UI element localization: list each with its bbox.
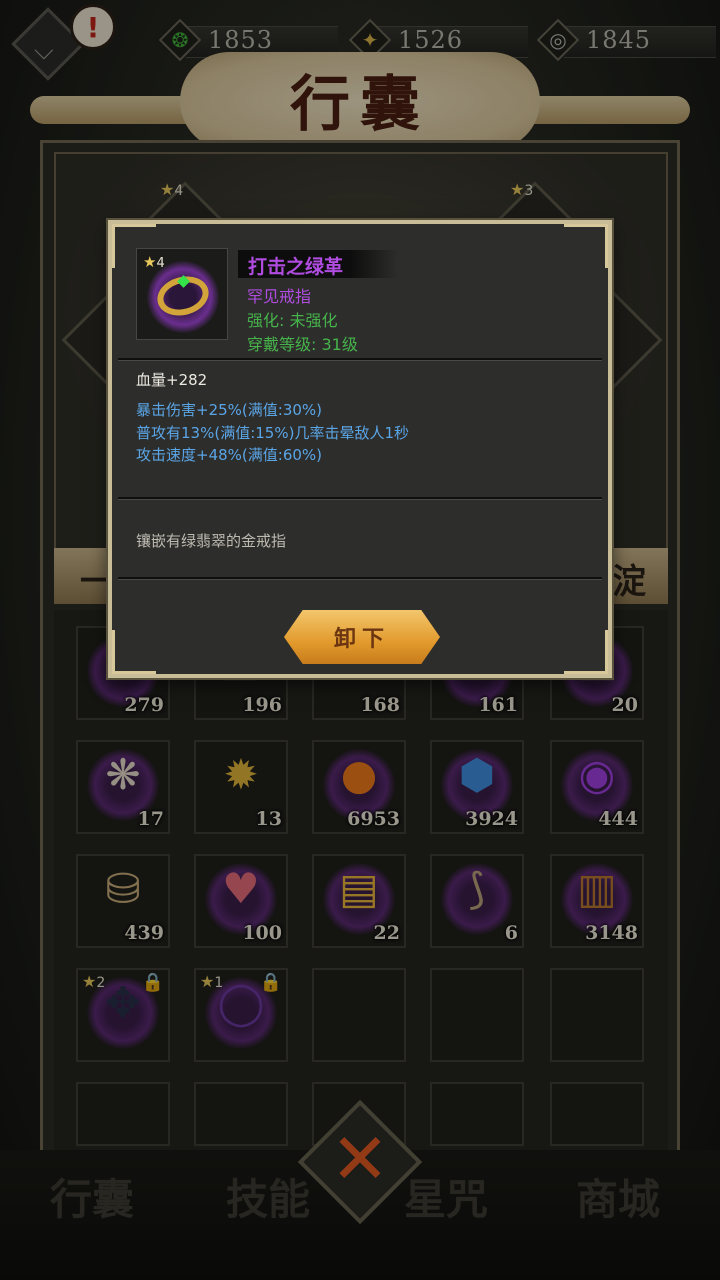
unequip-button[interactable]: 卸下 [284, 610, 440, 664]
item-icon-frame: ★4 [136, 248, 228, 340]
star-icon: ★4 [143, 253, 165, 271]
item-level: 穿戴等级: 31级 [247, 335, 358, 354]
bonus-stat: 攻击速度+48%(满值:60%) [136, 446, 323, 464]
bonus-stat: 暴击伤害+25%(满值:30%) [136, 401, 323, 419]
tooltip-divider [118, 497, 602, 500]
tooltip-corner-ornament [564, 630, 608, 674]
tooltip-divider [118, 577, 602, 580]
item-description: 镶嵌有绿翡翠的金戒指 [136, 532, 287, 550]
item-name: 打击之绿革 [248, 256, 344, 278]
tooltip-corner-ornament [564, 224, 608, 268]
unequip-label: 卸下 [333, 626, 390, 652]
item-stars: 4 [156, 256, 165, 271]
item-rarity: 罕见戒指 [247, 287, 312, 306]
base-stat: 血量+282 [136, 371, 208, 389]
tooltip-divider [118, 358, 602, 361]
item-enhance: 强化: 未强化 [247, 311, 338, 330]
bonus-stat: 普攻有13%(满值:15%)几率击晕敌人1秒 [136, 424, 409, 442]
tooltip-corner-ornament [112, 630, 156, 674]
